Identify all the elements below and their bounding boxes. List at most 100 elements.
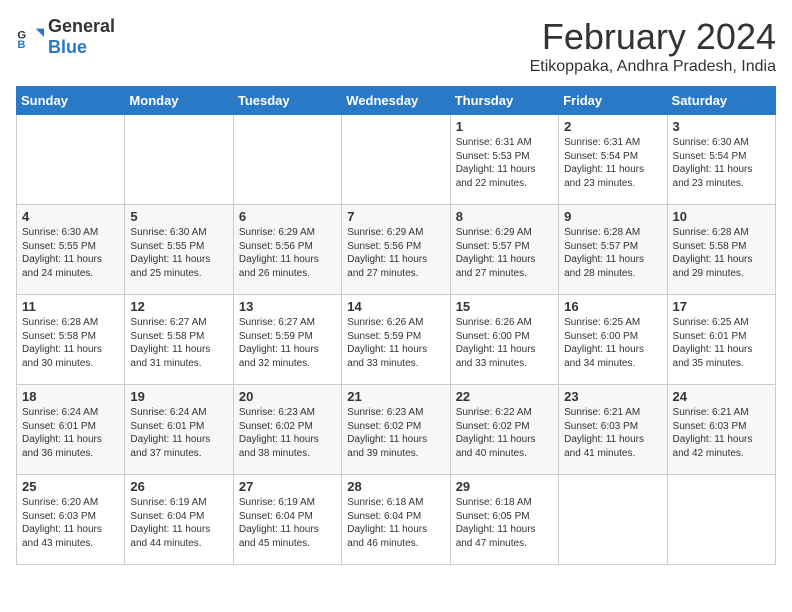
day-number: 22	[456, 389, 553, 404]
calendar-cell	[233, 115, 341, 205]
calendar-week-1: 4 Sunrise: 6:30 AM Sunset: 5:55 PM Daylig…	[17, 205, 776, 295]
calendar-week-3: 18 Sunrise: 6:24 AM Sunset: 6:01 PM Dayli…	[17, 385, 776, 475]
day-info: Sunrise: 6:18 AM Sunset: 6:05 PM Dayligh…	[456, 496, 553, 550]
day-number: 24	[673, 389, 770, 404]
day-info: Sunrise: 6:28 AM Sunset: 5:58 PM Dayligh…	[673, 226, 770, 280]
day-number: 4	[22, 209, 119, 224]
day-info: Sunrise: 6:26 AM Sunset: 6:00 PM Dayligh…	[456, 316, 553, 370]
calendar-cell	[17, 115, 125, 205]
calendar-cell: 27Sunrise: 6:19 AM Sunset: 6:04 PM Dayli…	[233, 475, 341, 565]
day-info: Sunrise: 6:21 AM Sunset: 6:03 PM Dayligh…	[673, 406, 770, 460]
calendar-cell: 22 Sunrise: 6:22 AM Sunset: 6:02 PM Dayli…	[450, 385, 558, 475]
day-info: Sunrise: 6:24 AM Sunset: 6:01 PM Dayligh…	[130, 406, 227, 460]
day-number: 12	[130, 299, 227, 314]
weekday-header-row: SundayMondayTuesdayWednesdayThursdayFrid…	[17, 87, 776, 115]
day-number: 7	[347, 209, 444, 224]
weekday-header-tuesday: Tuesday	[233, 87, 341, 115]
calendar-cell: 18 Sunrise: 6:24 AM Sunset: 6:01 PM Dayli…	[17, 385, 125, 475]
calendar-cell: 16Sunrise: 6:25 AM Sunset: 6:00 PM Dayli…	[559, 295, 667, 385]
calendar-cell: 26 Sunrise: 6:19 AM Sunset: 6:04 PM Dayli…	[125, 475, 233, 565]
calendar-cell: 21Sunrise: 6:23 AM Sunset: 6:02 PM Dayli…	[342, 385, 450, 475]
svg-text:B: B	[17, 39, 25, 51]
day-info: Sunrise: 6:24 AM Sunset: 6:01 PM Dayligh…	[22, 406, 119, 460]
day-number: 15	[456, 299, 553, 314]
day-info: Sunrise: 6:31 AM Sunset: 5:54 PM Dayligh…	[564, 136, 661, 190]
logo-icon: G B	[16, 23, 44, 51]
day-info: Sunrise: 6:23 AM Sunset: 6:02 PM Dayligh…	[347, 406, 444, 460]
calendar-cell: 23 Sunrise: 6:21 AM Sunset: 6:03 PM Dayli…	[559, 385, 667, 475]
calendar-week-0: 1 Sunrise: 6:31 AM Sunset: 5:53 PM Daylig…	[17, 115, 776, 205]
calendar-cell	[667, 475, 775, 565]
day-number: 27	[239, 479, 336, 494]
day-number: 1	[456, 119, 553, 134]
weekday-header-thursday: Thursday	[450, 87, 558, 115]
calendar-cell: 24 Sunrise: 6:21 AM Sunset: 6:03 PM Dayli…	[667, 385, 775, 475]
day-info: Sunrise: 6:28 AM Sunset: 5:57 PM Dayligh…	[564, 226, 661, 280]
calendar-cell: 1 Sunrise: 6:31 AM Sunset: 5:53 PM Daylig…	[450, 115, 558, 205]
title-area: February 2024 Etikoppaka, Andhra Pradesh…	[530, 16, 776, 76]
calendar-cell: 4 Sunrise: 6:30 AM Sunset: 5:55 PM Daylig…	[17, 205, 125, 295]
calendar-cell: 15 Sunrise: 6:26 AM Sunset: 6:00 PM Dayli…	[450, 295, 558, 385]
calendar-body: 1 Sunrise: 6:31 AM Sunset: 5:53 PM Daylig…	[17, 115, 776, 565]
calendar-cell	[342, 115, 450, 205]
day-info: Sunrise: 6:21 AM Sunset: 6:03 PM Dayligh…	[564, 406, 661, 460]
day-info: Sunrise: 6:22 AM Sunset: 6:02 PM Dayligh…	[456, 406, 553, 460]
calendar-week-4: 25 Sunrise: 6:20 AM Sunset: 6:03 PM Dayli…	[17, 475, 776, 565]
day-info: Sunrise: 6:18 AM Sunset: 6:04 PM Dayligh…	[347, 496, 444, 550]
day-number: 18	[22, 389, 119, 404]
calendar-cell: 8 Sunrise: 6:29 AM Sunset: 5:57 PM Daylig…	[450, 205, 558, 295]
day-number: 13	[239, 299, 336, 314]
day-number: 25	[22, 479, 119, 494]
day-info: Sunrise: 6:19 AM Sunset: 6:04 PM Dayligh…	[130, 496, 227, 550]
day-number: 10	[673, 209, 770, 224]
day-info: Sunrise: 6:30 AM Sunset: 5:54 PM Dayligh…	[673, 136, 770, 190]
calendar-cell: 6Sunrise: 6:29 AM Sunset: 5:56 PM Daylig…	[233, 205, 341, 295]
calendar-cell: 13 Sunrise: 6:27 AM Sunset: 5:59 PM Dayli…	[233, 295, 341, 385]
calendar-title: February 2024	[530, 16, 776, 58]
calendar-cell: 25 Sunrise: 6:20 AM Sunset: 6:03 PM Dayli…	[17, 475, 125, 565]
weekday-header-wednesday: Wednesday	[342, 87, 450, 115]
day-number: 11	[22, 299, 119, 314]
day-number: 29	[456, 479, 553, 494]
calendar-cell: 28 Sunrise: 6:18 AM Sunset: 6:04 PM Dayli…	[342, 475, 450, 565]
logo: G B General Blue	[16, 16, 115, 58]
day-number: 28	[347, 479, 444, 494]
day-info: Sunrise: 6:30 AM Sunset: 5:55 PM Dayligh…	[130, 226, 227, 280]
calendar-cell: 7Sunrise: 6:29 AM Sunset: 5:56 PM Daylig…	[342, 205, 450, 295]
day-number: 14	[347, 299, 444, 314]
logo-general: General	[48, 16, 115, 36]
day-number: 8	[456, 209, 553, 224]
header: G B General Blue February 2024 Etikoppak…	[16, 16, 776, 76]
day-info: Sunrise: 6:29 AM Sunset: 5:57 PM Dayligh…	[456, 226, 553, 280]
calendar-cell: 10 Sunrise: 6:28 AM Sunset: 5:58 PM Dayli…	[667, 205, 775, 295]
calendar-cell: 17Sunrise: 6:25 AM Sunset: 6:01 PM Dayli…	[667, 295, 775, 385]
day-number: 16	[564, 299, 661, 314]
day-number: 19	[130, 389, 227, 404]
day-info: Sunrise: 6:31 AM Sunset: 5:53 PM Dayligh…	[456, 136, 553, 190]
day-number: 23	[564, 389, 661, 404]
day-info: Sunrise: 6:20 AM Sunset: 6:03 PM Dayligh…	[22, 496, 119, 550]
calendar-cell: 3Sunrise: 6:30 AM Sunset: 5:54 PM Daylig…	[667, 115, 775, 205]
calendar-cell: 5 Sunrise: 6:30 AM Sunset: 5:55 PM Daylig…	[125, 205, 233, 295]
day-number: 5	[130, 209, 227, 224]
calendar-cell: 29 Sunrise: 6:18 AM Sunset: 6:05 PM Dayli…	[450, 475, 558, 565]
weekday-header-friday: Friday	[559, 87, 667, 115]
day-info: Sunrise: 6:30 AM Sunset: 5:55 PM Dayligh…	[22, 226, 119, 280]
day-number: 6	[239, 209, 336, 224]
day-number: 20	[239, 389, 336, 404]
day-info: Sunrise: 6:27 AM Sunset: 5:58 PM Dayligh…	[130, 316, 227, 370]
day-number: 26	[130, 479, 227, 494]
calendar-cell: 12 Sunrise: 6:27 AM Sunset: 5:58 PM Dayli…	[125, 295, 233, 385]
weekday-header-saturday: Saturday	[667, 87, 775, 115]
calendar-cell: 14Sunrise: 6:26 AM Sunset: 5:59 PM Dayli…	[342, 295, 450, 385]
day-info: Sunrise: 6:28 AM Sunset: 5:58 PM Dayligh…	[22, 316, 119, 370]
calendar-subtitle: Etikoppaka, Andhra Pradesh, India	[530, 58, 776, 76]
day-info: Sunrise: 6:27 AM Sunset: 5:59 PM Dayligh…	[239, 316, 336, 370]
weekday-header-monday: Monday	[125, 87, 233, 115]
calendar-cell	[125, 115, 233, 205]
day-number: 2	[564, 119, 661, 134]
calendar-cell: 9Sunrise: 6:28 AM Sunset: 5:57 PM Daylig…	[559, 205, 667, 295]
calendar-cell	[559, 475, 667, 565]
calendar-table: SundayMondayTuesdayWednesdayThursdayFrid…	[16, 86, 776, 565]
calendar-week-2: 11 Sunrise: 6:28 AM Sunset: 5:58 PM Dayli…	[17, 295, 776, 385]
